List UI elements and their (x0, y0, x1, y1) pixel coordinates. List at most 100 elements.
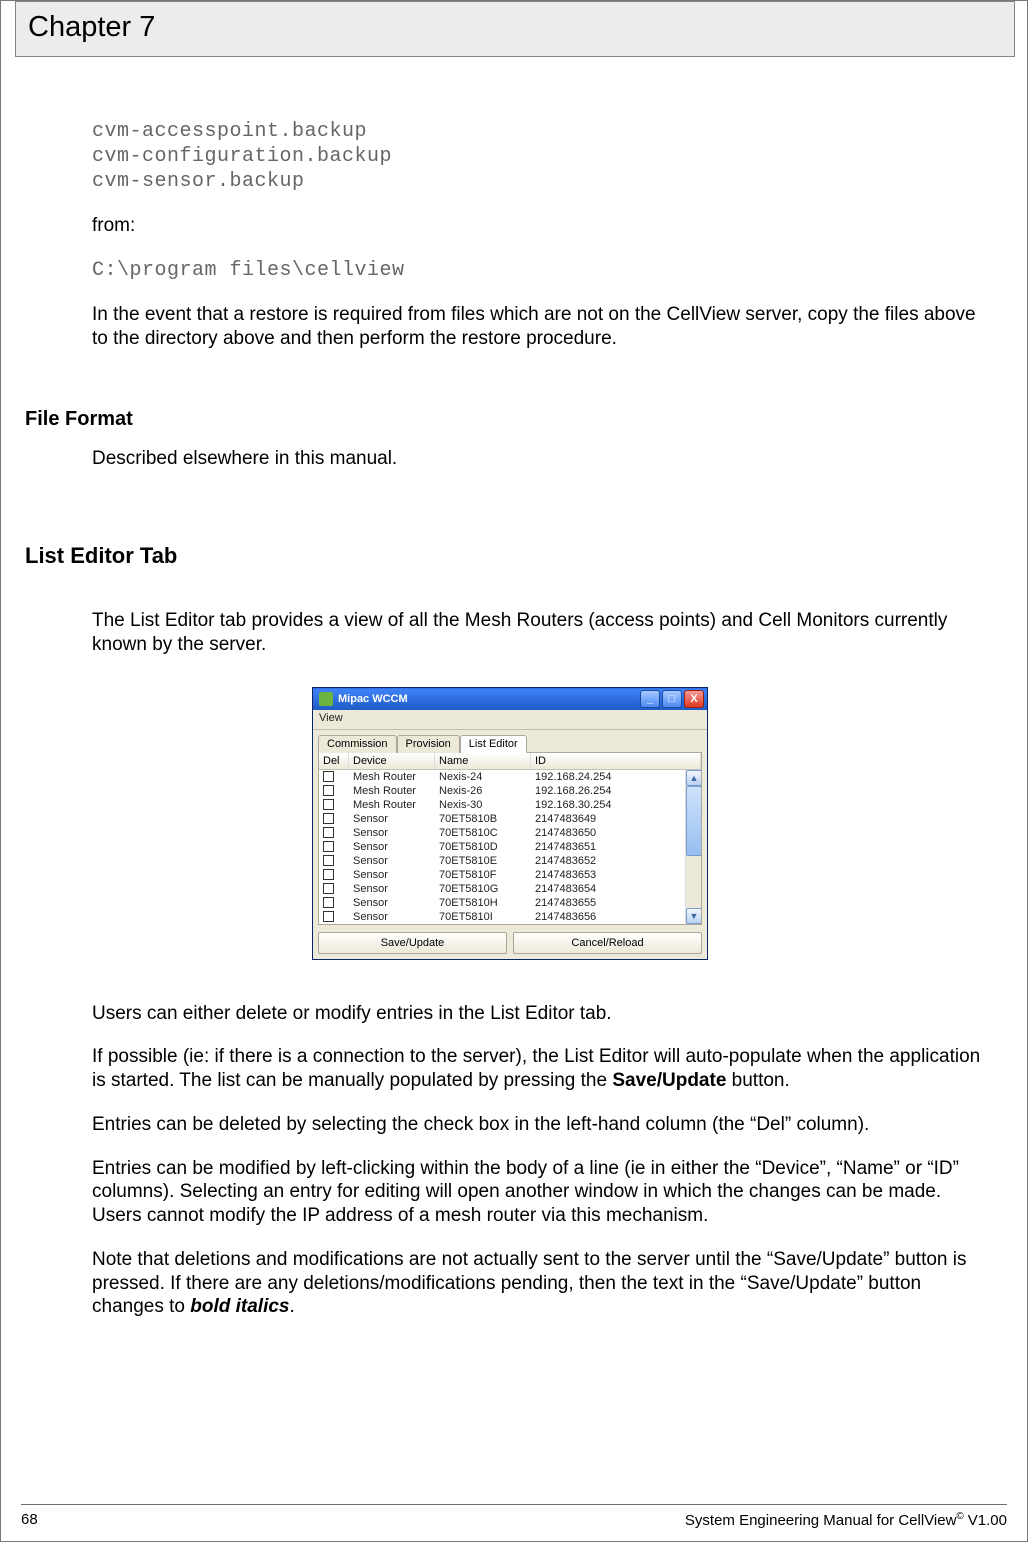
table-row[interactable]: Sensor70ET5810F2147483653 (319, 868, 701, 882)
bold-italics-text: bold italics (190, 1296, 289, 1317)
cell-id[interactable]: 2147483654 (531, 882, 701, 896)
cell-device[interactable]: Sensor (349, 840, 435, 854)
cell-device[interactable]: Mesh Router (349, 784, 435, 798)
table-row[interactable]: Sensor70ET5810G2147483654 (319, 882, 701, 896)
app-icon (319, 692, 333, 706)
cell-id[interactable]: 192.168.30.254 (531, 798, 701, 812)
table-row[interactable]: Sensor70ET5810I2147483656 (319, 910, 701, 924)
bold-save-update: Save/Update (612, 1070, 726, 1091)
cell-name[interactable]: Nexis-24 (435, 770, 531, 784)
cell-name[interactable]: 70ET5810B (435, 812, 531, 826)
table-row[interactable]: Sensor70ET5810D2147483651 (319, 840, 701, 854)
window-frame: Mipac WCCM _ □ X View Commission Provisi… (312, 687, 708, 960)
cell-id[interactable]: 2147483649 (531, 812, 701, 826)
cell-name[interactable]: Nexis-26 (435, 784, 531, 798)
del-checkbox[interactable] (319, 854, 349, 868)
chapter-header: Chapter 7 (15, 1, 1015, 57)
text: System Engineering Manual for CellView (685, 1512, 957, 1529)
del-checkbox[interactable] (319, 770, 349, 784)
cell-name[interactable]: 70ET5810D (435, 840, 531, 854)
cell-id[interactable]: 192.168.26.254 (531, 784, 701, 798)
table-row[interactable]: Sensor70ET5810C2147483650 (319, 826, 701, 840)
table-row[interactable]: Mesh RouterNexis-26192.168.26.254 (319, 784, 701, 798)
column-id[interactable]: ID (531, 753, 701, 769)
cell-id[interactable]: 2147483650 (531, 826, 701, 840)
del-checkbox[interactable] (319, 868, 349, 882)
paragraph-restore: In the event that a restore is required … (92, 303, 995, 351)
copyright-symbol: © (956, 1511, 963, 1522)
del-checkbox[interactable] (319, 812, 349, 826)
cell-device[interactable]: Mesh Router (349, 798, 435, 812)
table-row[interactable]: Sensor70ET5810H2147483655 (319, 896, 701, 910)
del-checkbox[interactable] (319, 840, 349, 854)
cell-device[interactable]: Sensor (349, 882, 435, 896)
column-device[interactable]: Device (349, 753, 435, 769)
paragraph-note: Note that deletions and modifications ar… (92, 1248, 995, 1319)
menu-bar: View (313, 710, 707, 730)
cell-id[interactable]: 2147483655 (531, 896, 701, 910)
label-from: from: (92, 214, 995, 238)
save-update-button[interactable]: Save/Update (318, 932, 507, 954)
table-row[interactable]: Sensor70ET5810E2147483652 (319, 854, 701, 868)
tab-provision[interactable]: Provision (397, 735, 460, 753)
cell-device[interactable]: Sensor (349, 868, 435, 882)
table-row[interactable]: Sensor70ET5810B2147483649 (319, 812, 701, 826)
del-checkbox[interactable] (319, 784, 349, 798)
scroll-up-button[interactable]: ▲ (686, 770, 701, 786)
cell-id[interactable]: 2147483651 (531, 840, 701, 854)
menu-view[interactable]: View (319, 712, 343, 724)
del-checkbox[interactable] (319, 826, 349, 840)
paragraph-delete: Entries can be deleted by selecting the … (92, 1113, 995, 1137)
scroll-thumb[interactable] (686, 786, 701, 856)
tab-strip: Commission Provision List Editor (318, 734, 702, 752)
cell-id[interactable]: 192.168.24.254 (531, 770, 701, 784)
column-name[interactable]: Name (435, 753, 531, 769)
cell-device[interactable]: Sensor (349, 896, 435, 910)
minimize-button[interactable]: _ (640, 690, 660, 708)
window-titlebar[interactable]: Mipac WCCM _ □ X (313, 688, 707, 710)
cell-name[interactable]: 70ET5810I (435, 910, 531, 924)
cell-device[interactable]: Sensor (349, 812, 435, 826)
table-row[interactable]: Mesh RouterNexis-24192.168.24.254 (319, 770, 701, 784)
section-list-editor-title: List Editor Tab (25, 543, 995, 569)
cell-id[interactable]: 2147483652 (531, 854, 701, 868)
tab-list-editor[interactable]: List Editor (460, 735, 527, 753)
code-line: cvm-configuration.backup (92, 144, 995, 169)
del-checkbox[interactable] (319, 910, 349, 924)
cell-device[interactable]: Sensor (349, 826, 435, 840)
del-checkbox[interactable] (319, 882, 349, 896)
cell-name[interactable]: 70ET5810E (435, 854, 531, 868)
cell-device[interactable]: Sensor (349, 910, 435, 924)
column-del[interactable]: Del (319, 753, 349, 769)
tab-commission[interactable]: Commission (318, 735, 397, 753)
cell-id[interactable]: 2147483656 (531, 910, 701, 924)
cell-name[interactable]: 70ET5810H (435, 896, 531, 910)
list-panel: Del Device Name ID Mesh RouterNexis-2419… (318, 752, 702, 925)
footer-doc-title: System Engineering Manual for CellView© … (685, 1511, 1007, 1529)
paragraph-file-format: Described elsewhere in this manual. (92, 447, 995, 471)
table-row[interactable]: Mesh RouterNexis-30192.168.30.254 (319, 798, 701, 812)
window-title: Mipac WCCM (338, 693, 408, 705)
maximize-button[interactable]: □ (662, 690, 682, 708)
text: button. (726, 1070, 789, 1091)
section-file-format-title: File Format (25, 408, 995, 431)
list-rows: Mesh RouterNexis-24192.168.24.254Mesh Ro… (319, 770, 701, 924)
scrollbar[interactable]: ▲ ▼ (685, 770, 701, 924)
cell-name[interactable]: 70ET5810G (435, 882, 531, 896)
close-button[interactable]: X (684, 690, 704, 708)
cancel-reload-button[interactable]: Cancel/Reload (513, 932, 702, 954)
paragraph-modify: Entries can be modified by left-clicking… (92, 1157, 995, 1228)
cell-name[interactable]: Nexis-30 (435, 798, 531, 812)
scroll-down-button[interactable]: ▼ (686, 908, 701, 924)
page-footer: 68 System Engineering Manual for CellVie… (21, 1504, 1007, 1529)
code-block-path: C:\program files\cellview (92, 258, 995, 283)
del-checkbox[interactable] (319, 798, 349, 812)
page-number: 68 (21, 1511, 38, 1529)
cell-name[interactable]: 70ET5810C (435, 826, 531, 840)
cell-name[interactable]: 70ET5810F (435, 868, 531, 882)
cell-device[interactable]: Mesh Router (349, 770, 435, 784)
cell-id[interactable]: 2147483653 (531, 868, 701, 882)
del-checkbox[interactable] (319, 896, 349, 910)
paragraph-users-can: Users can either delete or modify entrie… (92, 1002, 995, 1026)
cell-device[interactable]: Sensor (349, 854, 435, 868)
